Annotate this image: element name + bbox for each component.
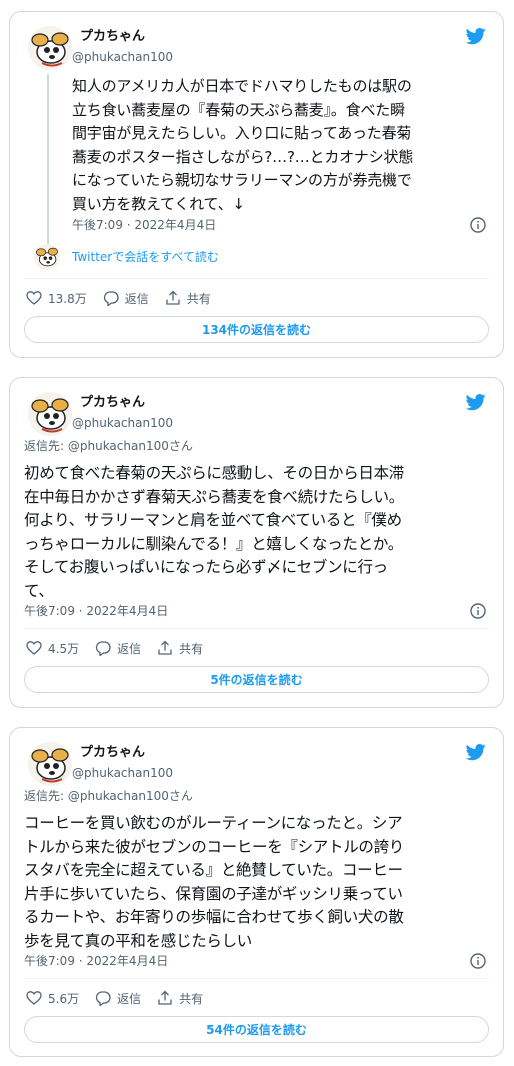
reply-to: 返信先: @phukachan100さん <box>24 438 193 454</box>
author-name[interactable]: プカちゃん <box>80 28 145 45</box>
dog-cartoon-avatar-icon <box>28 742 72 786</box>
tweet-text-line: そしてお腹いっぱいになったら必ず〆にセブンに行っ <box>24 558 388 576</box>
reply-bubble-icon <box>95 991 111 1006</box>
timestamp[interactable]: 午後7:09 · 2022年4月4日 <box>24 953 168 969</box>
tweet-text-line: るカートや、お年寄りの歩幅に合わせて歩く飼い犬の散 <box>24 908 404 926</box>
reply-label: 返信 <box>117 991 142 1006</box>
share-label: 共有 <box>179 641 204 656</box>
tweet-text-line: っちゃローカルに馴染んでる！』と嬉しくなったとか。 <box>24 534 403 553</box>
share-icon <box>158 990 172 1005</box>
tweet-text-line: になっていたら親切なサラリーマンの方が券売機で <box>72 171 412 189</box>
author-name[interactable]: プカちゃん <box>80 394 145 411</box>
dog-cartoon-avatar-icon <box>34 244 60 270</box>
reply-button[interactable]: 返信 <box>103 290 149 307</box>
tweet-text-line: 買い方を教えてくれて、↓ <box>72 194 245 213</box>
avatar[interactable] <box>28 26 72 70</box>
dog-cartoon-avatar-icon <box>28 26 72 70</box>
divider <box>24 278 489 279</box>
reply-to: 返信先: @phukachan100さん <box>24 788 193 804</box>
info-icon[interactable] <box>470 953 486 969</box>
like-button[interactable]: 13.8万 <box>24 290 87 307</box>
share-button[interactable]: 共有 <box>157 640 203 657</box>
like-button[interactable]: 5.6万 <box>24 990 79 1007</box>
read-replies-button[interactable]: 134件の返信を読む <box>24 316 489 343</box>
tweet-text-line: トルから来た彼がセブンのコーヒーを『シアトルの誇り <box>24 837 405 856</box>
like-button[interactable]: 4.5万 <box>24 640 79 657</box>
divider <box>24 978 489 979</box>
heart-icon <box>26 291 42 305</box>
divider <box>24 628 489 629</box>
tweet-text-line: 立ち食い蕎麦屋の『春菊の天ぷら蕎麦』。食べた瞬 <box>72 100 405 119</box>
like-count: 13.8万 <box>48 291 87 306</box>
action-bar: 4.5万 返信 共有 <box>24 638 219 658</box>
like-count: 5.6万 <box>48 991 80 1006</box>
share-button[interactable]: 共有 <box>165 290 211 307</box>
heart-icon <box>26 641 42 655</box>
dog-cartoon-avatar-icon <box>28 392 72 436</box>
action-bar: 5.6万 返信 共有 <box>24 988 219 1008</box>
read-replies-button[interactable]: 54件の返信を読む <box>24 1016 489 1043</box>
tweet-text: 知人のアメリカ人が日本でドハマりしたものは駅の 立ち食い蕎麦屋の『春菊の天ぷら蕎… <box>72 75 498 216</box>
timestamp[interactable]: 午後7:09 · 2022年4月4日 <box>24 603 168 619</box>
tweet-text-line: 歩を見て真の平和を感じたらしい <box>24 931 253 950</box>
reply-to-handle[interactable]: @phukachan100さん <box>68 789 193 803</box>
twitter-bird-icon[interactable] <box>465 392 487 412</box>
reply-button[interactable]: 返信 <box>95 640 141 657</box>
share-label: 共有 <box>186 291 211 306</box>
author-handle[interactable]: @phukachan100 <box>72 49 173 65</box>
tweet-text-line: 在中毎日かかさず春菊天ぷら蕎麦を食べ続けたらしい。 <box>24 487 405 506</box>
avatar[interactable] <box>28 392 72 436</box>
reply-to-prefix: 返信先: <box>24 789 68 803</box>
timestamp[interactable]: 午後7:09 · 2022年4月4日 <box>72 217 216 233</box>
tweet-text-line: 初めて食べた春菊の天ぷらに感動し、その日から日本滞 <box>24 464 405 482</box>
tweet-text-line: 片手に歩いていたら、保育園の子達がギッシリ乗ってい <box>24 884 403 903</box>
tweet-text-line: 何より、サラリーマンと肩を並べて食べていると『僕め <box>24 511 402 529</box>
tweet-card[interactable]: プカちゃん @phukachan100 返信先: @phukachan100さん… <box>9 377 504 708</box>
tweet-text-line: 知人のアメリカ人が日本でドハマりしたものは駅の <box>72 77 412 95</box>
author-handle[interactable]: @phukachan100 <box>72 415 173 431</box>
share-icon <box>158 640 172 655</box>
reply-to-handle[interactable]: @phukachan100さん <box>68 439 193 453</box>
reply-to-prefix: 返信先: <box>24 439 68 453</box>
reply-bubble-icon <box>95 641 111 656</box>
avatar[interactable] <box>28 742 72 786</box>
reply-label: 返信 <box>124 291 149 306</box>
avatar[interactable] <box>34 244 60 270</box>
tweet-card[interactable]: プカちゃん @phukachan100 返信先: @phukachan100さん… <box>9 727 504 1057</box>
author-name[interactable]: プカちゃん <box>80 744 145 761</box>
tweet-text-line: コーヒーを買い飲むのがルーティーンになったと。シア <box>24 814 403 832</box>
info-icon[interactable] <box>470 217 486 233</box>
tweet-text-line: 蕎麦のポスター指さしながら?…?…とカオナシ状態 <box>72 147 414 166</box>
share-button[interactable]: 共有 <box>157 990 203 1007</box>
tweet-text: 初めて食べた春菊の天ぷらに感動し、その日から日本滞 在中毎日かかさず春菊天ぷら蕎… <box>24 462 494 603</box>
heart-icon <box>26 991 42 1005</box>
share-icon <box>166 290 180 305</box>
reply-bubble-icon <box>103 291 119 306</box>
like-count: 4.5万 <box>48 641 80 656</box>
share-label: 共有 <box>179 991 204 1006</box>
info-icon[interactable] <box>470 603 486 619</box>
tweet-text-line: スタバを完全に超えている』と絶賛していた。コーヒー <box>24 861 403 879</box>
reply-button[interactable]: 返信 <box>95 990 141 1007</box>
author-handle[interactable]: @phukachan100 <box>72 765 173 781</box>
tweet-card[interactable]: プカちゃん @phukachan100 知人のアメリカ人が日本でドハマりしたもの… <box>9 11 504 358</box>
reply-label: 返信 <box>117 641 142 656</box>
read-replies-button[interactable]: 5件の返信を読む <box>24 666 489 693</box>
tweet-text: コーヒーを買い飲むのがルーティーンになったと。シア トルから来た彼がセブンのコー… <box>24 812 494 953</box>
action-bar: 13.8万 返信 共有 <box>24 288 227 308</box>
twitter-bird-icon[interactable] <box>465 26 487 46</box>
twitter-bird-icon[interactable] <box>465 742 487 762</box>
thread-line <box>47 74 49 244</box>
tweet-text-line: て、 <box>24 581 54 600</box>
read-conversation-link[interactable]: Twitterで会話をすべて読む <box>72 248 219 265</box>
tweet-text-line: 間宇宙が見えたらしい。入り口に貼ってあった春菊 <box>72 124 412 142</box>
